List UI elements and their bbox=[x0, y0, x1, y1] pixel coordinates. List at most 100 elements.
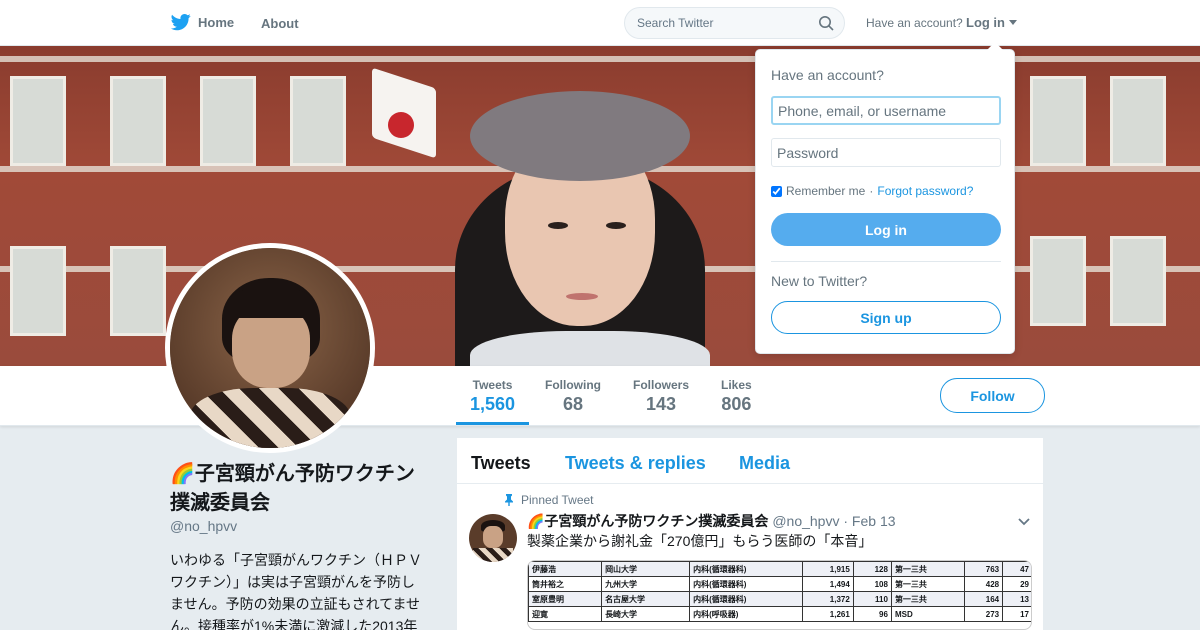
avatar-bangs bbox=[230, 288, 312, 318]
banner-person-eye bbox=[606, 222, 626, 229]
media-table-row: 筒井裕之 九州大学 内科(循環器科) 1,494 108 第一三共 428 29 bbox=[528, 576, 1031, 592]
stat-likes[interactable]: Likes 806 bbox=[721, 378, 752, 415]
stat-value: 143 bbox=[645, 394, 677, 414]
banner-person-eye bbox=[548, 222, 568, 229]
tweet-header: 🌈子宮頸がん予防ワクチン撲滅委員会 @no_hpvv · Feb 13 bbox=[527, 511, 896, 531]
tweet-text: 製薬企業から謝礼金「270億円」もらう医師の「本音」 bbox=[527, 533, 873, 549]
chevron-down-icon[interactable] bbox=[1018, 517, 1030, 527]
media-table-cell: 164 bbox=[963, 591, 1004, 607]
follow-button[interactable]: Follow bbox=[940, 378, 1045, 413]
about-link[interactable]: About bbox=[261, 16, 299, 31]
media-table-cell: 763 bbox=[963, 561, 1004, 577]
stat-label: Likes bbox=[721, 378, 752, 392]
media-table-cell: 岡山大学 bbox=[601, 561, 691, 577]
login-link-label: Log in bbox=[966, 15, 1005, 30]
media-table-cell: 1,261 bbox=[802, 606, 854, 622]
profile-display-name[interactable]: 🌈子宮頸がん予防ワクチン撲滅委員会 bbox=[170, 460, 425, 518]
timeline-tabs: Tweets Tweets & replies Media bbox=[457, 438, 1043, 484]
stat-value: 806 bbox=[721, 394, 752, 414]
media-table-row: 迎寛 長崎大学 内科(呼吸器) 1,261 96 MSD 273 17 bbox=[528, 606, 1031, 622]
search-icon[interactable] bbox=[818, 15, 834, 31]
media-table-cell: 九州大学 bbox=[601, 576, 691, 592]
profile-handle[interactable]: @no_hpvv bbox=[170, 518, 237, 534]
media-table-cell: 長崎大学 bbox=[601, 606, 691, 622]
media-table-cell: 1,915 bbox=[802, 561, 854, 577]
tab-tweets-and-replies[interactable]: Tweets & replies bbox=[565, 453, 706, 474]
tweet-author-name[interactable]: 🌈子宮頸がん予防ワクチン撲滅委員会 bbox=[527, 513, 768, 529]
flag-sun-disc bbox=[388, 112, 414, 138]
stat-followers[interactable]: Followers 143 bbox=[633, 378, 689, 415]
tab-media[interactable]: Media bbox=[739, 453, 790, 474]
profile-avatar[interactable] bbox=[165, 243, 375, 453]
tab-tweets[interactable]: Tweets bbox=[471, 453, 531, 474]
building-window bbox=[1110, 76, 1166, 166]
timeline: Tweets Tweets & replies Media Pinned Twe… bbox=[456, 437, 1044, 630]
stat-label: Followers bbox=[633, 378, 690, 392]
top-navigation-bar: Home About Have an account? Log in bbox=[0, 0, 1200, 46]
forgot-password-link[interactable]: Forgot password? bbox=[877, 184, 973, 198]
media-table-cell: 内科(循環器科) bbox=[689, 591, 804, 607]
tweet-date[interactable]: · Feb 13 bbox=[843, 513, 895, 529]
tweet-media-image[interactable]: 伊藤浩 岡山大学 内科(循環器科) 1,915 128 第一三共 763 47 筒井裕之 九州大学… bbox=[527, 560, 1032, 630]
tweet-author-avatar[interactable] bbox=[469, 514, 517, 562]
profile-bio: いわゆる「子宮頸がんワクチン（ＨＰＶワクチン）」は実は子宮頸がんを予防しません。… bbox=[170, 552, 422, 630]
login-dropdown-panel: Have an account? Remember me · Forgot pa… bbox=[755, 42, 1015, 354]
media-table-cell: 29 bbox=[1002, 576, 1031, 592]
login-dropdown-toggle[interactable]: Log in bbox=[966, 15, 1017, 30]
panel-divider bbox=[771, 261, 1001, 262]
login-panel-title: Have an account? bbox=[771, 67, 884, 83]
media-table-cell: 内科(循環器科) bbox=[689, 561, 804, 577]
remember-me-checkbox[interactable] bbox=[771, 185, 782, 197]
building-window bbox=[1110, 236, 1166, 326]
home-label: Home bbox=[198, 14, 235, 30]
new-to-twitter-text: New to Twitter? bbox=[771, 273, 868, 289]
banner-person-lips bbox=[566, 293, 598, 300]
username-field[interactable] bbox=[771, 96, 1001, 125]
stat-label: Tweets bbox=[472, 378, 513, 392]
media-table-cell: 128 bbox=[852, 561, 892, 577]
media-table-cell: 108 bbox=[852, 576, 892, 592]
pinned-tweet-label: Pinned Tweet bbox=[503, 493, 594, 507]
login-submit-button[interactable]: Log in bbox=[771, 213, 1001, 246]
media-table-row: 室原豊明 名古屋大学 内科(循環器科) 1,372 110 第一三共 164 13 bbox=[528, 591, 1031, 607]
media-table-cell: 筒井裕之 bbox=[528, 576, 603, 592]
media-table-cell: 428 bbox=[963, 576, 1004, 592]
stat-tweets[interactable]: Tweets 1,560 bbox=[455, 378, 530, 425]
media-table-row: 伊藤浩 岡山大学 内科(循環器科) 1,915 128 第一三共 763 47 bbox=[528, 561, 1031, 577]
search-box bbox=[624, 7, 845, 39]
media-table-cell: 伊藤浩 bbox=[528, 561, 603, 577]
media-table-cell: 名古屋大学 bbox=[601, 591, 691, 607]
remember-row: Remember me · Forgot password? bbox=[771, 184, 973, 198]
mini-avatar-face bbox=[483, 526, 503, 548]
media-table-cell: 第一三共 bbox=[890, 591, 966, 607]
building-window bbox=[110, 246, 166, 336]
building-stripe bbox=[0, 56, 1200, 62]
remember-me-label[interactable]: Remember me bbox=[786, 184, 865, 198]
media-table-cell: 室原豊明 bbox=[528, 591, 603, 607]
stat-following[interactable]: Following 68 bbox=[545, 378, 601, 415]
media-table: 伊藤浩 岡山大学 内科(循環器科) 1,915 128 第一三共 763 47 筒井裕之 九州大学… bbox=[528, 561, 1031, 622]
pinned-label-text: Pinned Tweet bbox=[521, 493, 594, 507]
media-table-cell: 1,372 bbox=[802, 591, 854, 607]
search-input[interactable] bbox=[625, 8, 810, 38]
building-window bbox=[1030, 236, 1086, 326]
building-window bbox=[110, 76, 166, 166]
signup-button[interactable]: Sign up bbox=[771, 301, 1001, 334]
building-window bbox=[10, 246, 66, 336]
banner-person-beret bbox=[470, 91, 690, 181]
media-table-cell: 内科(呼吸器) bbox=[689, 606, 804, 622]
media-table-cell: 内科(循環器科) bbox=[689, 576, 804, 592]
banner-person-shirt bbox=[470, 331, 710, 366]
password-field[interactable] bbox=[771, 138, 1001, 167]
media-table-cell: 17 bbox=[1002, 606, 1031, 622]
media-table-cell: 迎寛 bbox=[528, 606, 603, 622]
caret-down-icon bbox=[1009, 20, 1017, 25]
media-table-cell: 273 bbox=[963, 606, 1004, 622]
building-window bbox=[200, 76, 256, 166]
pin-icon bbox=[505, 494, 513, 506]
tweet-author-handle[interactable]: @no_hpvv bbox=[772, 513, 839, 529]
separator-dot: · bbox=[869, 184, 874, 198]
have-account-text: Have an account? bbox=[866, 16, 963, 30]
avatar-shirt bbox=[190, 388, 350, 448]
home-link[interactable]: Home bbox=[170, 12, 234, 32]
